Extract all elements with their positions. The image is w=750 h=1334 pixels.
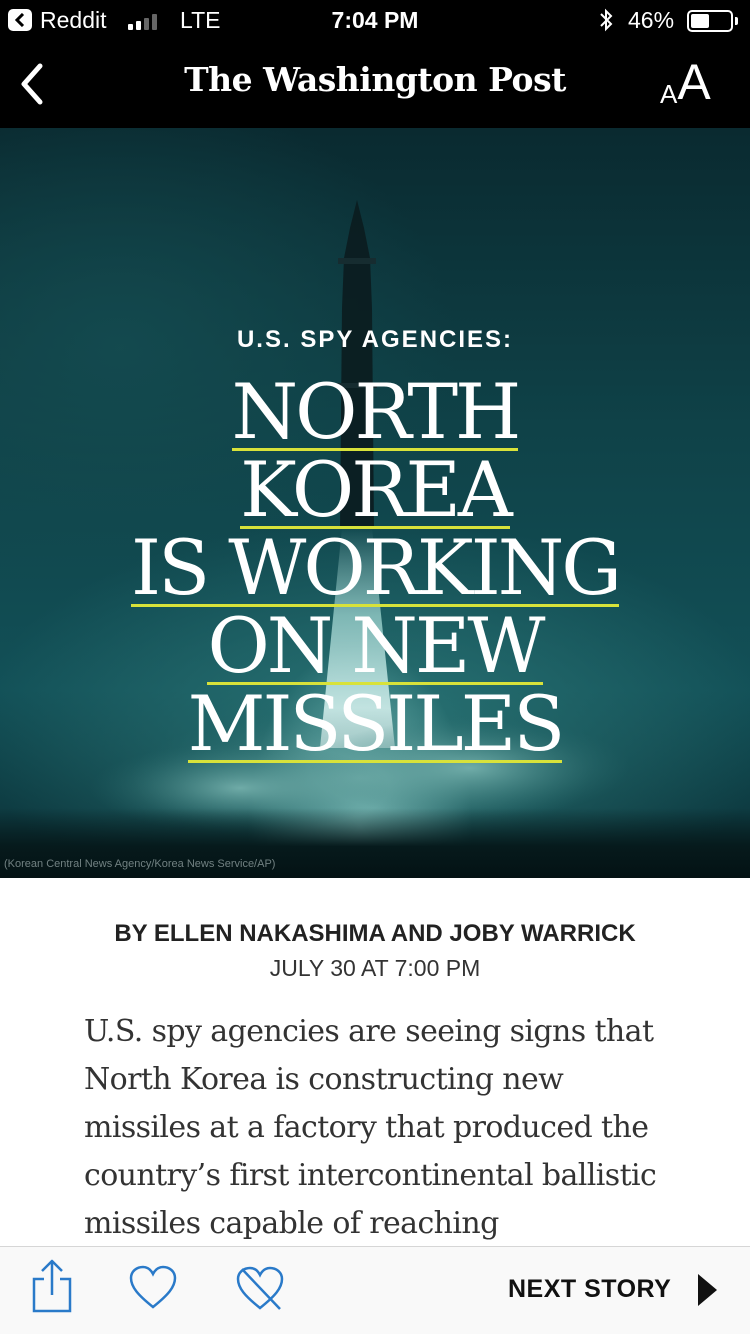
bottom-toolbar: NEXT STORY: [0, 1246, 750, 1334]
headline-line: ON NEW: [207, 601, 546, 690]
article-body: U.S. spy agencies are seeing signs that …: [84, 1014, 657, 1241]
washington-post-logo: The Washington Post: [184, 60, 566, 99]
hero-headline: NORTH KOREA IS WORKING ON NEW MISSILES: [0, 373, 750, 763]
headline-line: KOREA: [240, 445, 513, 534]
hero-kicker: U.S. SPY AGENCIES:: [236, 326, 514, 353]
bluetooth-icon: [598, 8, 614, 37]
headline-line: IS WORKING: [131, 523, 622, 612]
text-size-large-glyph: A: [677, 54, 711, 110]
photo-credit: (Korean Central News Agency/Korea News S…: [4, 858, 276, 870]
text-size-button[interactable]: AA: [660, 57, 711, 109]
article-byline: BY ELLEN NAKASHIMA AND JOBY WARRICK: [114, 920, 636, 947]
next-story-button[interactable]: NEXT STORY: [508, 1275, 671, 1304]
battery-icon: [687, 10, 733, 32]
headline-line: NORTH: [231, 367, 521, 456]
status-bar: Reddit LTE 7:04 PM 46%: [0, 0, 750, 40]
like-heart-icon[interactable]: [128, 1265, 178, 1316]
next-arrow-icon[interactable]: [696, 1273, 718, 1312]
share-icon[interactable]: [30, 1257, 74, 1322]
headline-line: MISSILES: [187, 679, 565, 768]
dislike-heart-icon[interactable]: [234, 1265, 286, 1318]
hero-image: U.S. SPY AGENCIES: NORTH KOREA IS WORKIN…: [0, 128, 750, 878]
battery-percent: 46%: [628, 7, 675, 33]
article-date: JULY 30 AT 7:00 PM: [269, 955, 481, 981]
text-size-small-glyph: A: [660, 79, 678, 109]
battery-tip: [735, 17, 738, 25]
nav-bar: The Washington Post AA: [0, 40, 750, 128]
